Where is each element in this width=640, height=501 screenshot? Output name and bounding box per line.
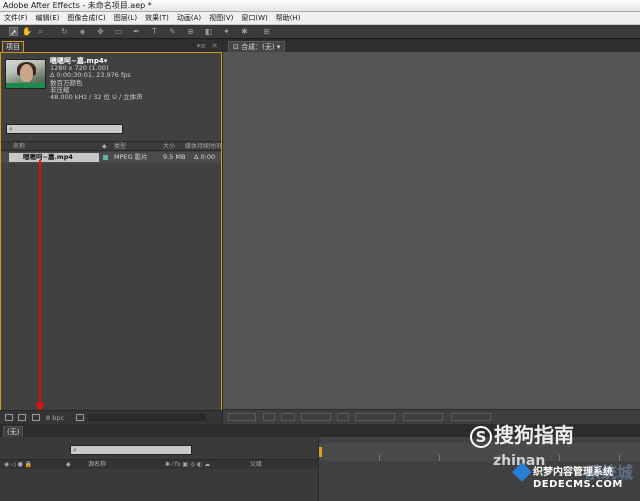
composition-tab-bar: ⊡ 合成：(无) ▾ — [223, 40, 640, 52]
rotate-tool-icon[interactable]: ↻ — [60, 27, 69, 36]
tab-timeline[interactable]: (无) — [3, 426, 24, 437]
magnification-dropdown[interactable] — [228, 413, 256, 421]
dedecms-text: 织梦内容管理系统 — [533, 467, 613, 478]
axis-tool-icon[interactable]: ⊞ — [262, 27, 271, 36]
menu-composition[interactable]: 图像合成(C) — [63, 12, 109, 24]
search-icon: ⌕ — [9, 125, 13, 133]
eraser-tool-icon[interactable]: ◧ — [204, 27, 213, 36]
new-composition-icon[interactable] — [32, 414, 40, 421]
close-icon[interactable]: × — [211, 41, 218, 50]
sogou-watermark-text: 搜狗指南 — [494, 423, 574, 447]
brush-tool-icon[interactable]: ✎ — [168, 27, 177, 36]
menu-animation[interactable]: 动画(A) — [173, 12, 205, 24]
puppet-tool-icon[interactable]: ✱ — [240, 27, 249, 36]
row-duration: Δ 0:00 — [194, 153, 216, 161]
col-parent[interactable]: 父级 — [250, 460, 262, 469]
menu-layer[interactable]: 图层(L) — [110, 12, 141, 24]
project-search-input[interactable]: ⌕ — [6, 124, 123, 134]
roto-brush-tool-icon[interactable]: ✦ — [222, 27, 231, 36]
camera-icon[interactable] — [337, 413, 349, 421]
project-panel: 嗯嗯呵~嘉.mp4▾ 1280 x 720 (1.00) Δ 0:00:30:0… — [0, 52, 222, 424]
new-folder-icon[interactable] — [18, 414, 26, 421]
menu-view[interactable]: 视图(V) — [205, 12, 237, 24]
bit-depth-button[interactable]: 8 bpc — [46, 414, 64, 422]
col-duration[interactable]: 媒体持续时间 — [185, 142, 221, 151]
dedecms-watermark: 系统城 织梦内容管理系统 DEDECMS.COM — [512, 462, 640, 501]
dedecms-logo-icon — [512, 462, 532, 482]
window-title: Adobe After Effects - 未命名项目.aep * — [0, 0, 640, 12]
timeline-layer-header: ◉ ◁ ● 🔒 ◆ 源名称 ✱ ⁄ fx ▣ ◎ ◐ ☁ 父级 — [0, 459, 318, 469]
pen-tool-icon[interactable]: ✒ — [132, 27, 141, 36]
menu-effect[interactable]: 效果(T) — [141, 12, 173, 24]
table-row[interactable]: 嗯嗯呵~嘉.mp4 MPEG 影片 9.5 MB Δ 0:00 — [1, 152, 221, 163]
menu-edit[interactable]: 编辑(E) — [32, 12, 64, 24]
pan-behind-tool-icon[interactable]: ✥ — [96, 27, 105, 36]
label-icon[interactable]: ◆ — [102, 142, 107, 151]
project-column-headers: 名称 ◆ 类型 大小 媒体持续时间 — [1, 141, 221, 151]
col-type[interactable]: 类型 — [114, 142, 126, 151]
menu-window[interactable]: 窗口(W) — [237, 12, 271, 24]
col-size[interactable]: 大小 — [163, 142, 175, 151]
row-name[interactable]: 嗯嗯呵~嘉.mp4 — [9, 153, 99, 162]
lock-icon[interactable]: ⊡ — [233, 43, 241, 51]
layer-label-icon[interactable]: ◆ — [66, 460, 71, 469]
camera-tool-icon[interactable]: ◈ — [78, 27, 87, 36]
horizontal-scrollbar[interactable] — [88, 414, 206, 421]
label-color-swatch[interactable] — [103, 155, 108, 160]
tools-toolbar: ➚ ✋ ⌕ ↻ ◈ ✥ ▭ ✒ T ✎ ⊕ ◧ ✦ ✱ ⊞ — [0, 25, 640, 39]
view-layout-dropdown[interactable] — [403, 413, 443, 421]
av-switches-icon[interactable]: ◉ ◁ ● 🔒 — [4, 460, 32, 469]
menu-help[interactable]: 帮助(H) — [272, 12, 305, 24]
quality-dropdown[interactable] — [355, 413, 395, 421]
sogou-logo-icon: S — [470, 425, 492, 448]
footage-thumbnail — [5, 59, 46, 89]
panel-menu-icon[interactable]: ▾≡ — [197, 42, 206, 50]
footage-audio: 48.000 kHz / 32 位 U / 立体声 — [50, 93, 143, 102]
col-source-name[interactable]: 源名称 — [88, 460, 106, 469]
search-icon: ⌕ — [73, 446, 77, 454]
selection-tool-icon[interactable]: ➚ — [9, 27, 18, 37]
trash-icon[interactable] — [76, 414, 84, 421]
drag-arrow-head — [35, 403, 45, 411]
switches-icons[interactable]: ✱ ⁄ fx ▣ ◎ ◐ ☁ — [165, 460, 210, 469]
timeline-search-input[interactable]: ⌕ — [70, 445, 192, 455]
sogou-watermark: S 搜狗指南 — [470, 420, 640, 450]
drag-arrow-line — [39, 160, 41, 410]
composition-tab-label: 合成：(无) — [241, 43, 275, 51]
col-name[interactable]: 名称 — [13, 142, 25, 151]
hand-tool-icon[interactable]: ✋ — [22, 27, 32, 36]
footage-info: 嗯嗯呵~嘉.mp4▾ 1280 x 720 (1.00) Δ 0:00:30:0… — [50, 57, 143, 102]
grid-icon[interactable] — [281, 413, 295, 421]
menu-file[interactable]: 文件(F) — [0, 12, 32, 24]
tab-composition[interactable]: ⊡ 合成：(无) ▾ — [228, 41, 286, 52]
interpret-footage-icon[interactable] — [5, 414, 13, 421]
tab-project[interactable]: 项目 — [2, 41, 24, 52]
project-bottom-bar: 8 bpc — [0, 410, 222, 424]
resolution-icon[interactable] — [263, 413, 275, 421]
composition-viewer[interactable] — [223, 52, 640, 424]
row-size: 9.5 MB — [163, 153, 186, 161]
project-tab-bar: 项目 ▾≡ × — [0, 40, 222, 52]
rectangle-tool-icon[interactable]: ▭ — [114, 27, 123, 36]
dedecms-url: DEDECMS.COM — [533, 479, 623, 490]
playhead-handle[interactable] — [319, 447, 322, 457]
timecode-display[interactable] — [301, 413, 331, 421]
zoom-tool-icon[interactable]: ⌕ — [36, 27, 45, 36]
row-type: MPEG 影片 — [114, 153, 148, 161]
text-tool-icon[interactable]: T — [150, 27, 159, 36]
clone-tool-icon[interactable]: ⊕ — [186, 27, 195, 36]
menu-bar: 文件(F) 编辑(E) 图像合成(C) 图层(L) 效果(T) 动画(A) 视图… — [0, 12, 640, 25]
